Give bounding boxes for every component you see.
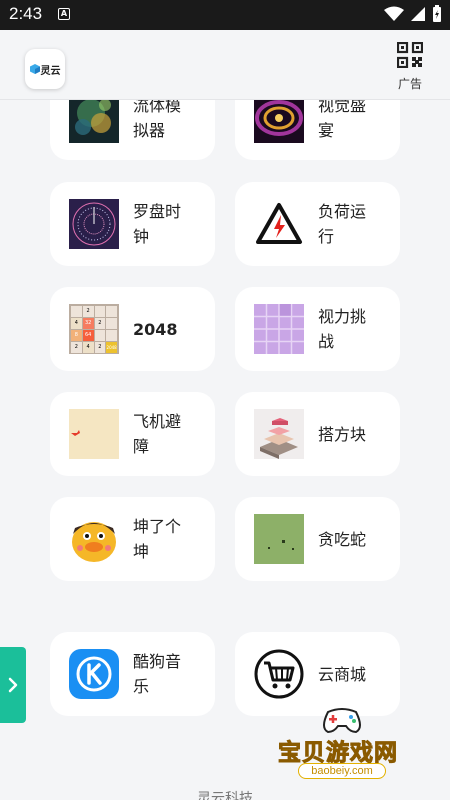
watermark-text: 宝贝游戏网 bbox=[278, 740, 398, 767]
visual-thumb bbox=[254, 100, 304, 143]
tile bbox=[71, 306, 82, 317]
side-drawer-tab[interactable] bbox=[0, 647, 26, 723]
app-card-2048[interactable]: 2 4 32 2 8 64 2 4 2 2048 2048 bbox=[50, 287, 215, 371]
chicken-icon bbox=[69, 514, 119, 564]
snake-thumb bbox=[254, 514, 304, 564]
app-label-snake: 贪吃蛇 bbox=[318, 529, 367, 549]
clock-thumb bbox=[69, 199, 119, 249]
tile: 4 bbox=[82, 342, 94, 353]
stack-thumb bbox=[254, 409, 304, 459]
notification-icon: A bbox=[58, 8, 70, 20]
tile bbox=[106, 306, 117, 317]
vision-thumb bbox=[254, 304, 304, 354]
app-logo[interactable]: 灵云 bbox=[25, 49, 65, 89]
app-card-snake[interactable]: 贪吃蛇 bbox=[235, 497, 400, 581]
app-label-clock: 罗盘时 钟 bbox=[133, 202, 182, 246]
app-label-vision: 视力挑 战 bbox=[318, 307, 367, 351]
watermark: 宝贝游戏网 baobeiy.com bbox=[272, 703, 422, 793]
tile bbox=[94, 330, 106, 341]
shop-thumb bbox=[254, 649, 304, 699]
warning-icon bbox=[254, 199, 304, 249]
cube-logo-icon bbox=[29, 64, 40, 74]
tile: 2 bbox=[82, 306, 94, 317]
status-time: 2:43 bbox=[9, 4, 43, 23]
chevron-right-icon bbox=[8, 677, 18, 693]
tile: 2 bbox=[94, 342, 106, 353]
logo-text: 灵云 bbox=[40, 65, 61, 77]
fluid-thumb bbox=[69, 100, 119, 143]
warning-thumb bbox=[254, 199, 304, 249]
app-card-vision[interactable]: 视力挑 战 bbox=[235, 287, 400, 371]
app-card-fluid[interactable]: 流体模 拟器 bbox=[50, 100, 215, 160]
tile bbox=[94, 306, 106, 317]
status-bar: 2:43 A bbox=[0, 0, 450, 30]
app-label-plane: 飞机避 障 bbox=[133, 412, 182, 456]
plane-thumb bbox=[69, 409, 119, 459]
game-2048-thumb: 2 4 32 2 8 64 2 4 2 2048 bbox=[69, 304, 119, 354]
ad-button[interactable]: 广告 bbox=[393, 41, 427, 92]
app-card-load[interactable]: 负荷运 行 bbox=[235, 182, 400, 266]
tile: 8 bbox=[71, 330, 82, 341]
qr-code-icon bbox=[396, 41, 424, 69]
app-label-kugou: 酷狗音 乐 bbox=[133, 652, 182, 696]
tile: 4 bbox=[71, 318, 82, 329]
app-card-stack[interactable]: 搭方块 bbox=[235, 392, 400, 476]
gamepad-icon bbox=[323, 708, 361, 734]
app-card-kugou[interactable]: 酷狗音 乐 bbox=[50, 632, 215, 716]
app-header: 灵云 广告 bbox=[0, 30, 450, 100]
ad-label: 广告 bbox=[397, 77, 422, 91]
app-label-kun: 坤了个 坤 bbox=[133, 517, 182, 561]
kugou-thumb bbox=[69, 649, 119, 699]
signal-icon bbox=[411, 7, 425, 21]
app-label-2048: 2048 bbox=[133, 319, 178, 339]
battery-icon bbox=[433, 5, 441, 22]
app-card-clock[interactable]: 罗盘时 钟 bbox=[50, 182, 215, 266]
cart-icon bbox=[254, 649, 304, 699]
app-label-load: 负荷运 行 bbox=[318, 202, 367, 246]
tile: 64 bbox=[82, 330, 94, 341]
tile bbox=[106, 318, 117, 329]
kun-thumb bbox=[69, 514, 119, 564]
app-label-fluid: 流体模 拟器 bbox=[133, 100, 182, 140]
tile bbox=[106, 330, 117, 341]
app-card-visual[interactable]: 视觉盛 宴 bbox=[235, 100, 400, 160]
watermark-url: baobeiy.com bbox=[298, 763, 386, 779]
kugou-logo-icon bbox=[69, 649, 119, 699]
tile: 32 bbox=[82, 318, 94, 329]
app-label-stack: 搭方块 bbox=[318, 424, 367, 444]
tile: 2 bbox=[94, 318, 106, 329]
app-card-plane[interactable]: 飞机避 障 bbox=[50, 392, 215, 476]
tile: 2048 bbox=[106, 342, 117, 353]
app-label-visual: 视觉盛 宴 bbox=[318, 100, 367, 140]
app-card-kun[interactable]: 坤了个 坤 bbox=[50, 497, 215, 581]
wifi-icon bbox=[384, 6, 404, 21]
plane-icon bbox=[69, 409, 119, 459]
tile: 2 bbox=[71, 342, 82, 353]
app-grid: 流体模 拟器 视觉盛 宴 罗盘时 钟 负荷运 行 2 4 32 2 8 64 2… bbox=[0, 100, 450, 800]
